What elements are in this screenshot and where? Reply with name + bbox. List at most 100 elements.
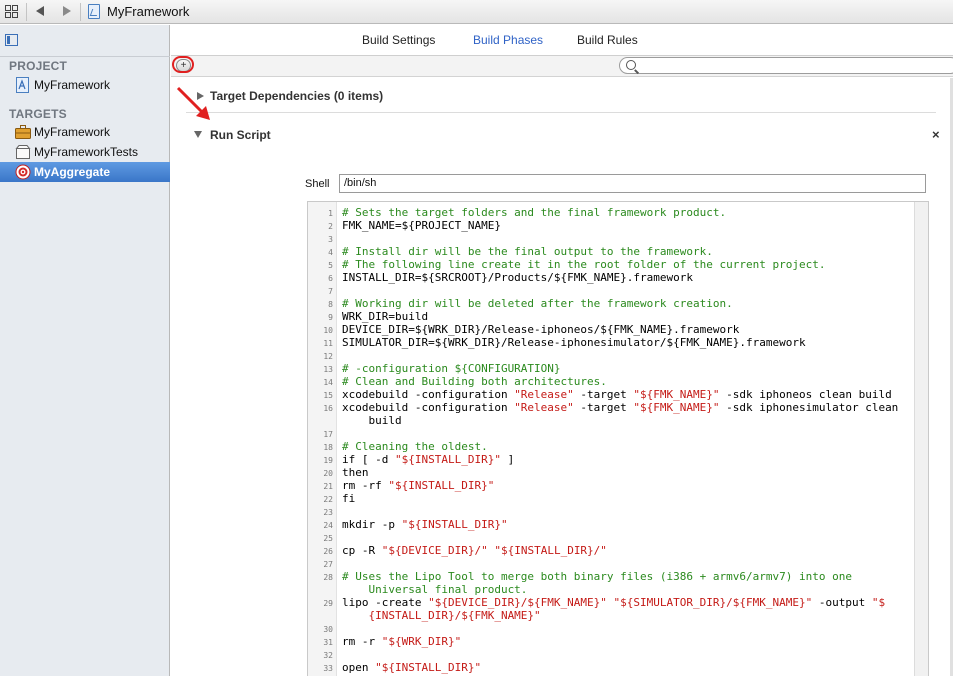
line-number: 1 xyxy=(328,209,333,218)
line-number: 3 xyxy=(328,235,333,244)
search-field[interactable] xyxy=(619,57,953,74)
line-number: 10 xyxy=(323,326,333,335)
sidebar-item-project[interactable]: MyFramework xyxy=(0,75,170,95)
line-number: 30 xyxy=(323,625,333,634)
sidebar-item-label: MyFrameworkTests xyxy=(34,145,139,159)
line-number: 7 xyxy=(328,287,333,296)
code-line: rm -r "${WRK_DIR}" xyxy=(342,635,462,648)
line-number: 26 xyxy=(323,547,333,556)
project-file-icon xyxy=(88,4,100,19)
line-number: 31 xyxy=(323,638,333,647)
targets-header: TARGETS xyxy=(9,107,67,121)
line-number: 19 xyxy=(323,456,333,465)
line-number: 12 xyxy=(323,352,333,361)
code-line: if [ -d "${INSTALL_DIR}" ] xyxy=(342,453,515,466)
code-line: build xyxy=(342,414,402,427)
sidebar-item-label: MyAggregate xyxy=(34,165,111,179)
test-bundle-icon xyxy=(15,145,31,159)
code-line: lipo -create "${DEVICE_DIR}/${FMK_NAME}"… xyxy=(342,596,886,609)
phase-run-script[interactable]: Run Script xyxy=(210,128,271,142)
line-number: 16 xyxy=(323,404,333,413)
sidebar-toggle-icon[interactable] xyxy=(5,34,18,46)
code-line: open "${INSTALL_DIR}" xyxy=(342,661,482,674)
project-header: PROJECT xyxy=(9,59,68,73)
back-arrow-icon[interactable] xyxy=(36,6,44,16)
breadcrumb-project[interactable]: MyFramework xyxy=(107,4,189,19)
code-line: WRK_DIR=build xyxy=(342,310,429,323)
shell-label: Shell xyxy=(305,178,330,190)
search-icon xyxy=(626,60,636,70)
code-line: xcodebuild -configuration "Release" -tar… xyxy=(342,388,892,401)
code-line: FMK_NAME=${PROJECT_NAME} xyxy=(342,219,501,232)
sidebar-item-label: MyFramework xyxy=(34,78,111,92)
code-line: # Uses the Lipo Tool to merge both binar… xyxy=(342,570,852,583)
toolbar-divider xyxy=(80,3,81,21)
line-number: 17 xyxy=(323,430,333,439)
line-number: 20 xyxy=(323,469,333,478)
line-number: 32 xyxy=(323,651,333,660)
sidebar: PROJECT MyFramework TARGETS MyFramework … xyxy=(0,25,170,676)
code-line: # Install dir will be the final output t… xyxy=(342,245,713,258)
line-number: 2 xyxy=(328,222,333,231)
tab-build-rules[interactable]: Build Rules xyxy=(577,33,638,47)
jump-bar: MyFramework xyxy=(0,0,953,24)
line-number: 29 xyxy=(323,599,333,608)
aggregate-target-icon xyxy=(15,164,31,180)
build-phases-content: Target Dependencies (0 items) Run Script… xyxy=(171,78,953,676)
code-line: # Working dir will be deleted after the … xyxy=(342,297,733,310)
line-number: 21 xyxy=(323,482,333,491)
line-number: 13 xyxy=(323,365,333,374)
code-line: mkdir -p "${INSTALL_DIR}" xyxy=(342,518,508,531)
line-number: 15 xyxy=(323,391,333,400)
code-line: # Cleaning the oldest. xyxy=(342,440,488,453)
editor-scrollbar[interactable] xyxy=(914,202,928,676)
forward-arrow-icon[interactable] xyxy=(63,6,71,16)
code-line: # Clean and Building both architectures. xyxy=(342,375,607,388)
phase-target-dependencies[interactable]: Target Dependencies (0 items) xyxy=(210,89,383,103)
code-line: # Sets the target folders and the final … xyxy=(342,206,727,219)
line-number: 14 xyxy=(323,378,333,387)
sidebar-item-target-tests[interactable]: MyFrameworkTests xyxy=(0,142,170,162)
sidebar-item-target-myframework[interactable]: MyFramework xyxy=(0,122,170,142)
line-number: 23 xyxy=(323,508,333,517)
line-number: 8 xyxy=(328,300,333,309)
close-icon[interactable]: × xyxy=(932,127,940,142)
code-line: DEVICE_DIR=${WRK_DIR}/Release-iphoneos/$… xyxy=(342,323,740,336)
line-number: 27 xyxy=(323,560,333,569)
code-line: rm -rf "${INSTALL_DIR}" xyxy=(342,479,495,492)
disclosure-triangle-expanded-icon[interactable] xyxy=(194,131,202,138)
editor-tab-bar: Build Settings Build Phases Build Rules xyxy=(171,25,953,56)
sidebar-item-target-myaggregate[interactable]: MyAggregate xyxy=(0,162,170,182)
script-editor[interactable]: 1 # Sets the target folders and the final… xyxy=(307,201,929,676)
code-line: # The following line create it in the ro… xyxy=(342,258,826,271)
sidebar-item-label: MyFramework xyxy=(34,125,111,139)
line-number: 4 xyxy=(328,248,333,257)
line-number: 33 xyxy=(323,664,333,673)
line-number: 9 xyxy=(328,313,333,322)
line-number: 6 xyxy=(328,274,333,283)
phase-divider xyxy=(186,112,936,113)
sidebar-divider xyxy=(0,56,170,57)
line-number: 25 xyxy=(323,534,333,543)
shell-field[interactable]: /bin/sh xyxy=(339,174,926,193)
code-line: then xyxy=(342,466,369,479)
line-number: 24 xyxy=(323,521,333,530)
tab-build-settings[interactable]: Build Settings xyxy=(362,33,435,47)
project-icon xyxy=(16,77,29,93)
code-line: xcodebuild -configuration "Release" -tar… xyxy=(342,401,899,414)
line-number: 28 xyxy=(323,573,333,582)
code-line: INSTALL_DIR=${SRCROOT}/Products/${FMK_NA… xyxy=(342,271,693,284)
line-number: 22 xyxy=(323,495,333,504)
code-line: SIMULATOR_DIR=${WRK_DIR}/Release-iphones… xyxy=(342,336,806,349)
code-line: cp -R "${DEVICE_DIR}/" "${INSTALL_DIR}/" xyxy=(342,544,607,557)
framework-toolbox-icon xyxy=(15,125,31,139)
code-line: fi xyxy=(342,492,356,505)
tab-build-phases[interactable]: Build Phases xyxy=(473,33,543,47)
line-number: 18 xyxy=(323,443,333,452)
grid-icon[interactable] xyxy=(5,5,18,18)
code-line: # -configuration ${CONFIGURATION} xyxy=(342,362,561,375)
code-line: {INSTALL_DIR}/${FMK_NAME}" xyxy=(342,609,541,622)
line-number: 5 xyxy=(328,261,333,270)
toolbar-divider xyxy=(26,3,27,21)
annotation-circle xyxy=(172,56,194,73)
